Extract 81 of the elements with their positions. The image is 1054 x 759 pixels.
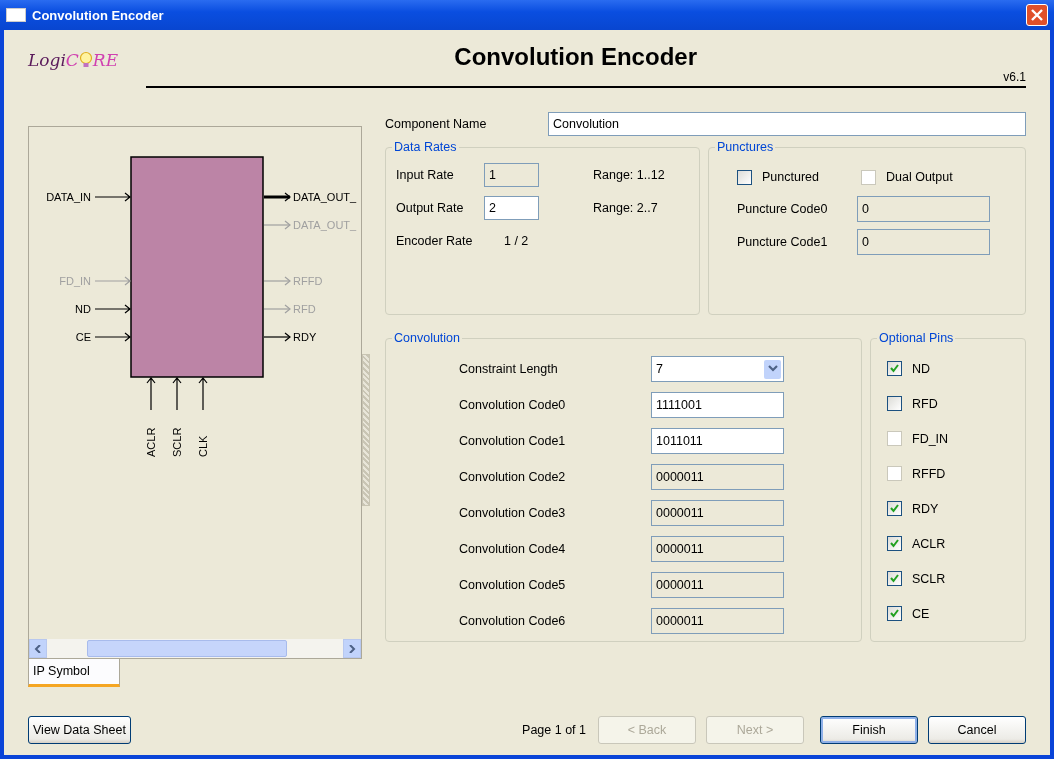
field-label: Convolution Code4 — [459, 542, 567, 556]
window-icon — [6, 8, 26, 22]
pin-label: FD_IN — [59, 275, 91, 287]
dialog-button[interactable]: Finish — [820, 716, 918, 744]
group-title: Optional Pins — [878, 331, 955, 345]
pin-label: ACLR — [145, 427, 157, 457]
checkbox-label: CE — [912, 606, 930, 621]
pin-label: DATA_OUT_ — [293, 219, 357, 231]
field-label: Convolution Code5 — [459, 578, 567, 592]
lightbulb-icon — [78, 51, 93, 69]
pin-arrow — [198, 377, 208, 411]
checkbox[interactable] — [737, 169, 752, 185]
checkbox[interactable] — [887, 571, 902, 586]
pin-label: DATA_OUT_ — [293, 191, 357, 203]
splitter-handle[interactable] — [362, 354, 370, 506]
scroll-thumb[interactable] — [87, 640, 287, 657]
pin-arrow — [172, 377, 182, 411]
dialog-title: Convolution Encoder — [453, 43, 698, 71]
component-name-field[interactable]: Convolution — [548, 112, 1026, 136]
group-title: Punctures — [716, 140, 775, 154]
pin-label: DATA_IN — [46, 191, 91, 203]
field-label: Constraint Length — [459, 362, 559, 376]
field-label: Puncture Code1 — [737, 234, 829, 249]
group-title: Convolution — [393, 331, 461, 345]
pin-label: RDY — [293, 331, 317, 343]
scroll-right-button[interactable] — [343, 639, 361, 658]
checkbox[interactable] — [887, 536, 902, 551]
constraint-length-dropdown[interactable]: 7 — [651, 356, 784, 382]
pin-arrow — [94, 332, 131, 342]
field-label: Convolution Code3 — [459, 506, 567, 520]
checkbox-label: FD_IN — [912, 431, 949, 446]
checkbox-label: RFFD — [912, 466, 946, 481]
field-label: Convolution Code0 — [459, 398, 567, 412]
range-label: Range: 2..7 — [593, 200, 658, 215]
horizontal-scrollbar[interactable] — [29, 639, 361, 658]
field-label: Encoder Rate — [396, 233, 474, 248]
pin-arrow — [146, 377, 156, 411]
checkbox[interactable] — [887, 396, 902, 411]
pin-label: RFFD — [293, 275, 323, 287]
checkbox[interactable] — [887, 501, 902, 516]
field-label: Convolution Code6 — [459, 614, 567, 628]
checkbox-label: Dual Output — [886, 170, 953, 184]
close-icon — [1030, 8, 1044, 22]
pin-arrow — [94, 276, 131, 286]
checkbox-label: RDY — [912, 501, 939, 516]
close-button[interactable] — [1026, 4, 1048, 26]
encoder-rate-value: 1 / 2 — [504, 233, 529, 248]
logo: LogiC RE — [28, 50, 120, 70]
rate-field[interactable]: 2 — [484, 195, 539, 220]
checkbox[interactable] — [887, 606, 902, 621]
group-title: Data Rates — [393, 140, 458, 154]
scroll-left-button[interactable] — [29, 639, 47, 658]
convolution-code-field[interactable]: 1111001 — [651, 392, 784, 418]
pin-arrow — [94, 304, 131, 314]
checkbox-label: ACLR — [912, 536, 946, 551]
field-label: Convolution Code2 — [459, 470, 567, 484]
field-label: Puncture Code0 — [737, 201, 829, 216]
field-label: Convolution Code1 — [459, 434, 567, 448]
chevron-down-icon — [767, 365, 778, 373]
convolution-code-field[interactable]: 1011011 — [651, 428, 784, 454]
checkbox[interactable] — [887, 361, 902, 376]
page-indicator: Page 1 of 1 — [522, 723, 586, 737]
pin-label: CE — [75, 331, 91, 343]
checkbox-label: RFD — [912, 396, 938, 411]
checkbox-label: Punctured — [762, 170, 819, 184]
view-data-sheet-button[interactable]: View Data Sheet — [28, 716, 131, 744]
range-label: Range: 1..12 — [593, 167, 665, 182]
dialog-button[interactable]: Cancel — [928, 716, 1026, 744]
tab[interactable]: IP Symbol — [28, 659, 120, 687]
pin-label: SCLR — [171, 427, 183, 457]
field-label: Input Rate — [396, 167, 455, 182]
window-title: Convolution Encoder — [32, 7, 165, 23]
pin-label: CLK — [197, 435, 209, 457]
field-label: Output Rate — [396, 200, 465, 215]
field-label: Component Name — [385, 117, 488, 131]
pin-label: ND — [75, 303, 91, 315]
checkbox-label: ND — [912, 361, 931, 376]
version-label: v6.1 — [1003, 70, 1026, 84]
pin-arrow — [94, 192, 131, 202]
checkbox-label: SCLR — [912, 571, 946, 586]
pin-label: RFD — [293, 303, 316, 315]
